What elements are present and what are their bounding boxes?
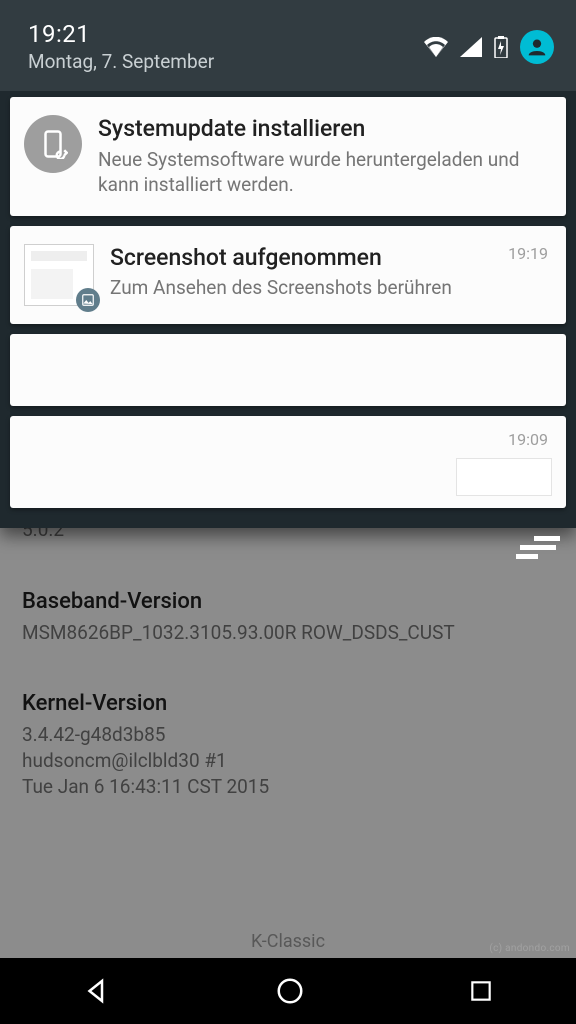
- notification-list: Systemupdate installieren Neue Systemsof…: [0, 91, 576, 508]
- notification-blank-2[interactable]: 19:09: [10, 416, 566, 508]
- navigation-bar: [0, 958, 576, 1024]
- notification-text: Neue Systemsoftware wurde heruntergelade…: [98, 147, 548, 198]
- date[interactable]: Montag, 7. September: [28, 50, 214, 73]
- inner-thumbnail: [456, 458, 552, 496]
- wifi-icon: [424, 37, 448, 57]
- user-avatar[interactable]: [520, 30, 554, 64]
- notification-title: Systemupdate installieren: [98, 115, 548, 143]
- nav-back-icon[interactable]: [82, 976, 112, 1006]
- notification-blank-1[interactable]: [10, 334, 566, 406]
- notification-timestamp: 19:09: [508, 430, 548, 449]
- image-badge-icon: [76, 288, 100, 312]
- notification-screenshot[interactable]: Screenshot aufgenommen Zum Ansehen des S…: [10, 226, 566, 324]
- watermark: (c) andondo.com: [489, 943, 570, 954]
- notification-text: Zum Ansehen des Screenshots berühren: [110, 275, 548, 301]
- shade-header[interactable]: 19:21 Montag, 7. September: [0, 0, 576, 91]
- notification-shade[interactable]: 19:21 Montag, 7. September: [0, 0, 576, 528]
- nav-home-icon[interactable]: [275, 976, 305, 1006]
- notification-timestamp: 19:19: [508, 244, 548, 263]
- system-update-icon: [24, 115, 82, 173]
- clear-all-button[interactable]: [512, 532, 560, 572]
- notification-system-update[interactable]: Systemupdate installieren Neue Systemsof…: [10, 97, 566, 216]
- clock[interactable]: 19:21: [28, 20, 214, 48]
- cellular-icon: [460, 37, 482, 57]
- nav-recents-icon[interactable]: [468, 978, 494, 1004]
- battery-charging-icon: [494, 36, 508, 58]
- notification-title: Screenshot aufgenommen: [110, 244, 548, 272]
